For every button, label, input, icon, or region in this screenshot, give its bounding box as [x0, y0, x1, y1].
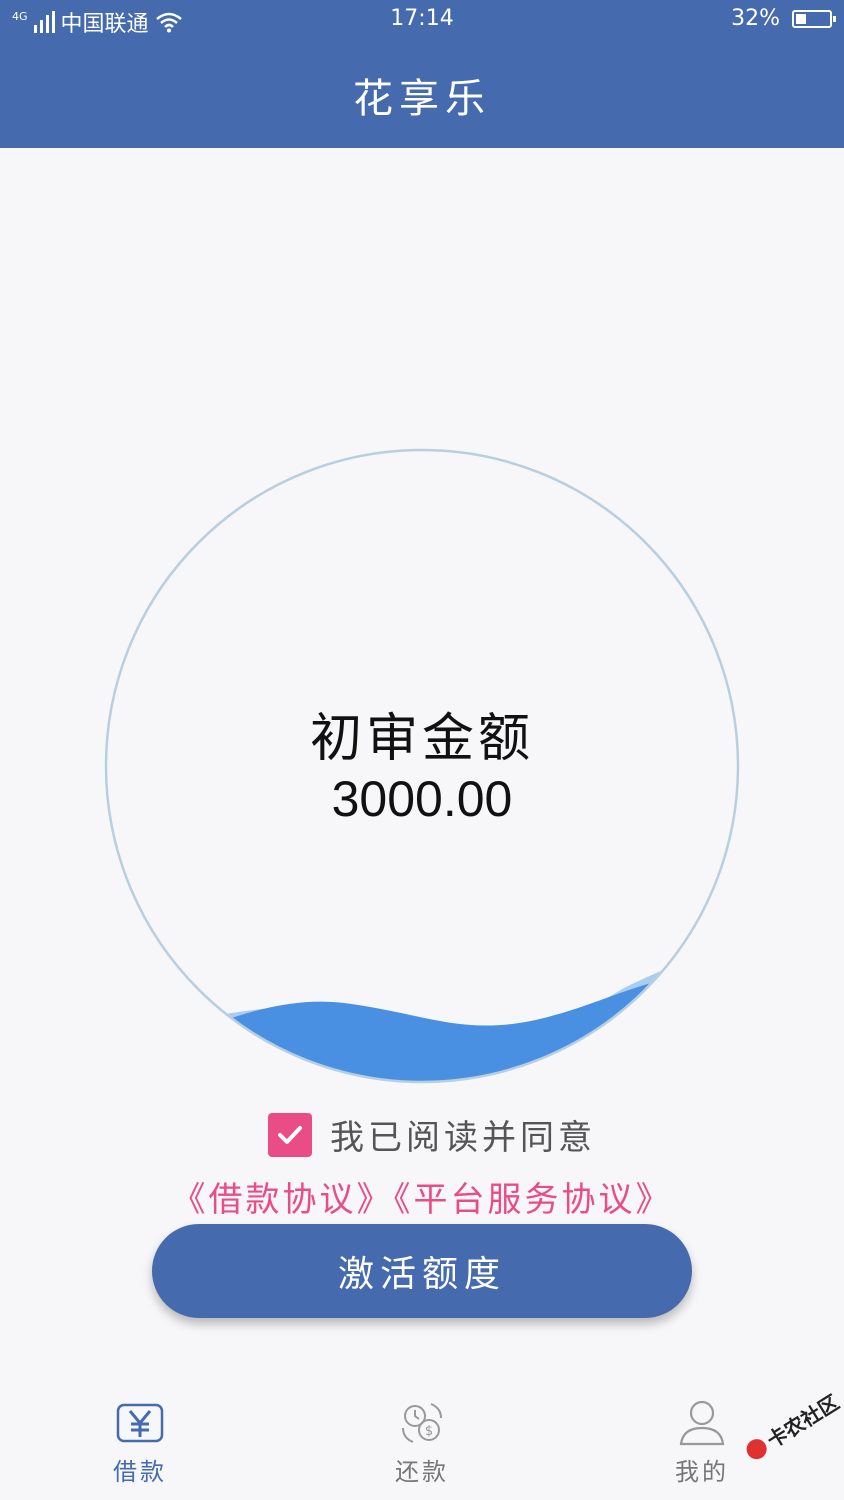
- platform-agreement-link[interactable]: 《平台服务协议》: [394, 1180, 673, 1220]
- tab-repay-label: 还款: [395, 1458, 449, 1486]
- battery-icon: [792, 9, 836, 28]
- yen-icon: [116, 1403, 164, 1443]
- svg-text:$: $: [425, 1424, 433, 1439]
- tab-repay[interactable]: $ 还款: [352, 1380, 492, 1500]
- agreement-row: 我已阅读并同意: [268, 1110, 596, 1159]
- tab-borrow[interactable]: 借款: [70, 1380, 210, 1500]
- activate-button[interactable]: 激活额度: [152, 1224, 692, 1318]
- repay-icon: $: [402, 1403, 442, 1443]
- quota-label: 初审金额: [309, 709, 534, 769]
- user-icon: [679, 1400, 725, 1446]
- tab-borrow-label: 借款: [113, 1458, 167, 1486]
- check-icon: [278, 1125, 302, 1144]
- status-time: 17:14: [390, 6, 454, 31]
- loan-agreement-link[interactable]: 《借款协议》: [172, 1180, 394, 1220]
- agreement-links: 《借款协议》《平台服务协议》: [0, 1172, 844, 1221]
- agree-text: 我已阅读并同意: [330, 1118, 596, 1158]
- quota-amount: 3000.00: [331, 771, 513, 827]
- tab-bar: 借款 $ 还款 我的: [0, 1380, 844, 1500]
- nav-bar: 花享乐: [0, 42, 844, 148]
- status-bar: 4G 中国联通 17:14 32%: [0, 0, 844, 42]
- agree-checkbox[interactable]: [268, 1112, 312, 1157]
- battery-percent: 32%: [731, 6, 780, 31]
- page-title: 花享乐: [353, 76, 491, 122]
- status-right: 32%: [731, 6, 836, 31]
